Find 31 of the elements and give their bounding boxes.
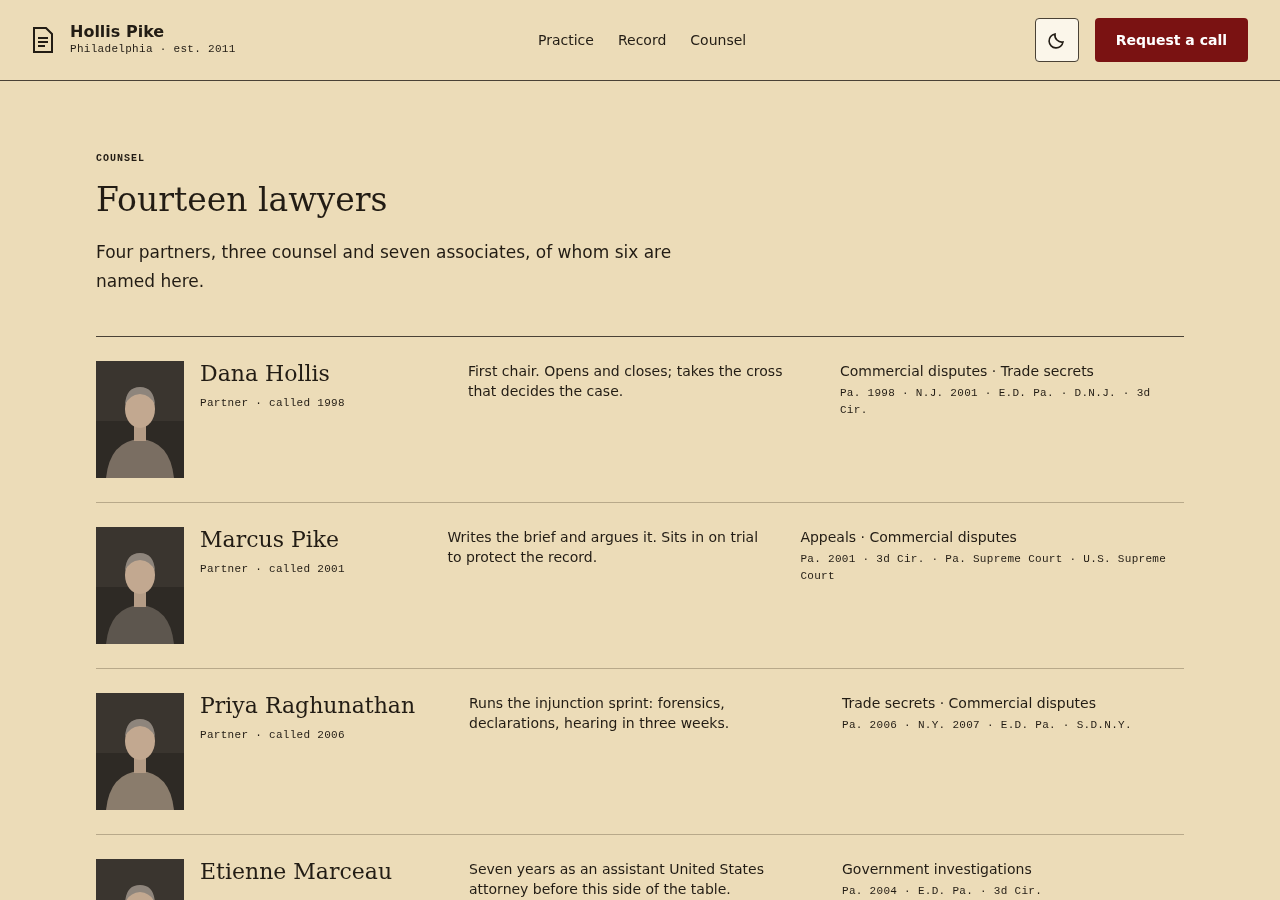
lawyer-role: Partner · called 1998 (200, 396, 345, 411)
brand-tagline: Philadelphia · est. 2011 (70, 41, 236, 57)
bar-admissions: Pa. 2006 · N.Y. 2007 · E.D. Pa. · S.D.N.Y. (842, 717, 1133, 733)
practice-areas: Trade secrets · Commercial disputes (842, 692, 1184, 713)
section-lead: Four partners, three counsel and seven associates, of whom six are named here. (96, 240, 673, 293)
request-call-button[interactable]: Request a call (1094, 18, 1248, 62)
practice-areas: Appeals · Commercial disputes (800, 526, 1184, 547)
practice-areas: Commercial disputes · Trade secrets (839, 360, 1184, 381)
lawyer-name: Priya Raghunathan (200, 692, 416, 719)
section-eyebrow: COUNSEL (96, 152, 146, 166)
lawyer-role: Partner · called 2001 (200, 562, 345, 577)
lawyer-bio: Writes the brief and argues it. Sits in on trial to protect the record. (447, 527, 760, 567)
lawyer-role: Partner · called 2006 (200, 728, 346, 743)
lawyer-bio: Runs the injunction sprint: forensics, declarations, hearing in three weeks. (469, 693, 731, 733)
lawyer-name: Dana Hollis (200, 360, 331, 387)
lawyer-bio: First chair. Opens and closes; takes the cross that decides the case. (467, 361, 784, 401)
brand-name: Hollis Pike (70, 22, 166, 41)
moon-icon (1047, 31, 1066, 49)
bar-admissions: Pa. 1998 · N.J. 2001 · E.D. Pa. · D.N.J. · 3d Cir. (839, 385, 1152, 418)
section-title: Fourteen lawyers (96, 180, 389, 220)
lawyer-bio: Seven years as an assistant United States attorney before this side of the table. (469, 859, 765, 899)
lawyer-name: Etienne Marceau (200, 858, 393, 885)
bar-admissions: Pa. 2001 · 3d Cir. · Pa. Supreme Court · U.S. Supreme Court (800, 551, 1168, 584)
theme-toggle-button[interactable] (1034, 18, 1079, 62)
document-icon (32, 27, 54, 53)
practice-areas: Government investigations (842, 858, 1184, 879)
bar-admissions: Pa. 2004 · E.D. Pa. · 3d Cir. (842, 883, 1044, 899)
lawyer-name: Marcus Pike (200, 526, 341, 553)
nav-link[interactable]: Practice (538, 29, 594, 51)
nav-link[interactable]: Counsel (690, 29, 747, 51)
nav-link[interactable]: Record (617, 29, 667, 51)
